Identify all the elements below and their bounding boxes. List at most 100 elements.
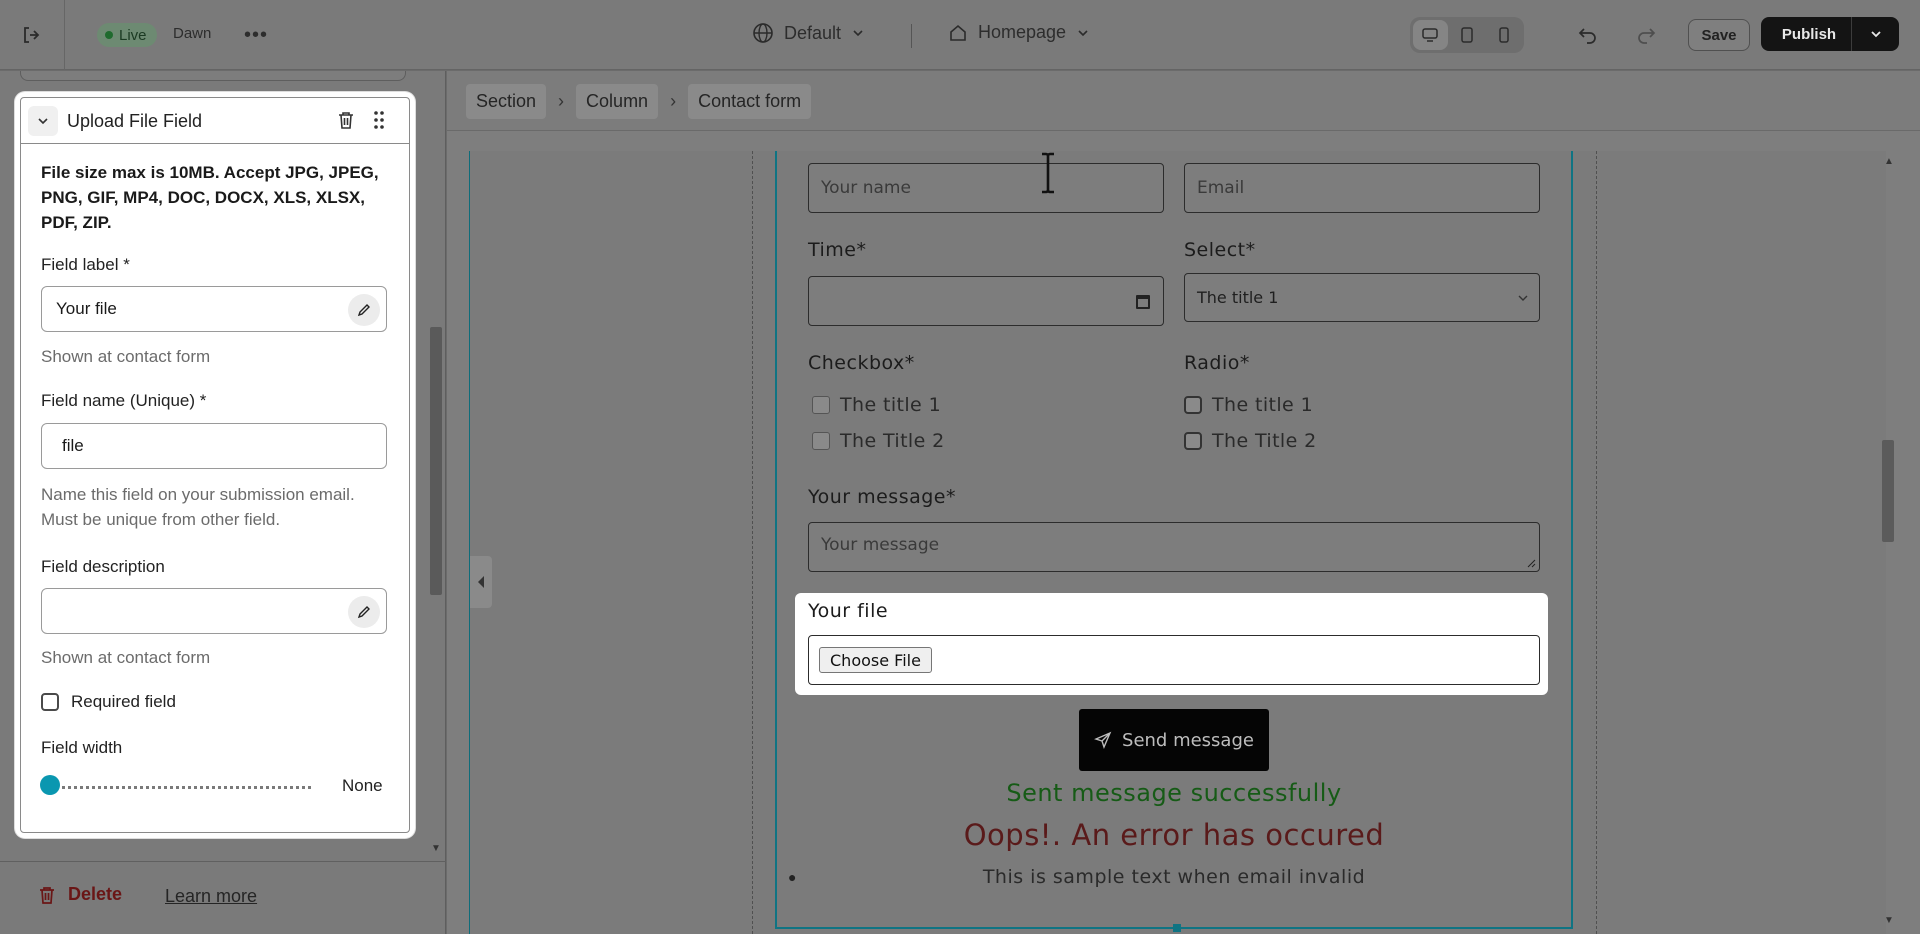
- radio-option-label: The Title 2: [1212, 430, 1317, 452]
- preview-scrollbar[interactable]: [1882, 440, 1894, 542]
- collapse-button[interactable]: [28, 106, 58, 136]
- checkbox-icon[interactable]: [812, 432, 830, 450]
- field-label-help: Shown at contact form: [41, 347, 211, 366]
- page-selector[interactable]: Homepage: [948, 22, 1090, 43]
- mobile-icon: [1498, 27, 1509, 43]
- pencil-icon[interactable]: [348, 294, 380, 326]
- message-label: Your message*: [808, 486, 956, 508]
- column-guide-left: [752, 151, 753, 934]
- exit-icon[interactable]: [16, 20, 46, 50]
- radio-icon[interactable]: [1184, 396, 1202, 414]
- radio-label: Radio*: [1184, 352, 1250, 374]
- required-field-checkbox[interactable]: Required field: [41, 692, 176, 712]
- page-label: Homepage: [978, 22, 1067, 42]
- globe-icon: [753, 23, 773, 43]
- field-description-help: Shown at contact form: [41, 648, 211, 667]
- live-dot-icon: [105, 31, 113, 39]
- desktop-icon: [1422, 28, 1439, 42]
- field-width-slider[interactable]: [49, 786, 311, 789]
- panel-body: File size max is 10MB. Accept JPG, JPEG,…: [41, 160, 387, 235]
- field-description-title: Field description: [41, 557, 165, 576]
- scroll-down-arrow-icon[interactable]: ▼: [431, 843, 441, 854]
- radio-option-1[interactable]: The title 1: [1184, 394, 1313, 416]
- column-guide-right: [1596, 151, 1597, 934]
- theme-name: Dawn: [173, 25, 212, 42]
- name-input[interactable]: Your name: [808, 163, 1164, 213]
- tablet-icon: [1461, 27, 1473, 43]
- pencil-icon[interactable]: [348, 596, 380, 628]
- top-bar: Live Dawn ••• Default Homepage Save Publ…: [0, 0, 1920, 70]
- resize-grip-icon[interactable]: [1527, 559, 1536, 568]
- checkbox-label: Checkbox*: [808, 352, 915, 374]
- breadcrumb-section[interactable]: Section: [466, 84, 547, 119]
- field-name-help: Name this field on your submission email…: [41, 485, 355, 529]
- checkbox-icon[interactable]: [41, 693, 59, 711]
- send-message-button[interactable]: Send message: [1079, 709, 1269, 771]
- checkbox-option-2[interactable]: The Title 2: [812, 430, 945, 452]
- tablet-view-button[interactable]: [1450, 20, 1485, 50]
- publish-options-button[interactable]: [1851, 17, 1899, 51]
- delete-label: Delete: [68, 884, 123, 904]
- locale-label: Default: [784, 22, 842, 43]
- mobile-view-button[interactable]: [1486, 20, 1521, 50]
- drag-handle-icon[interactable]: [373, 110, 385, 135]
- select-label: Select*: [1184, 239, 1256, 261]
- viewport-switcher: [1410, 17, 1524, 53]
- resize-handle[interactable]: [1173, 924, 1181, 932]
- checkbox-option-1[interactable]: The title 1: [812, 394, 941, 416]
- calendar-icon[interactable]: [1135, 292, 1151, 310]
- success-message: Sent message successfully: [1006, 779, 1342, 807]
- home-icon: [950, 24, 966, 41]
- checkbox-icon[interactable]: [812, 396, 830, 414]
- more-actions-button[interactable]: •••: [242, 22, 270, 48]
- divider: [911, 24, 912, 48]
- publish-button[interactable]: Publish: [1761, 17, 1899, 51]
- upload-file-field-preview[interactable]: Your file Choose File: [795, 593, 1548, 695]
- slider-knob[interactable]: [40, 775, 60, 795]
- email-input[interactable]: Email: [1184, 163, 1540, 213]
- status-badge: Live: [97, 23, 157, 47]
- chevron-down-icon: [853, 30, 863, 37]
- scroll-down-arrow-icon[interactable]: ▼: [1884, 915, 1894, 926]
- radio-option-2[interactable]: The Title 2: [1184, 430, 1317, 452]
- redo-button[interactable]: [1630, 20, 1662, 50]
- field-description-input[interactable]: [41, 588, 387, 634]
- redo-icon: [1638, 28, 1656, 44]
- learn-more-link[interactable]: Learn more: [165, 886, 257, 907]
- collapse-sidebar-button[interactable]: [470, 556, 492, 608]
- save-button[interactable]: Save: [1688, 19, 1750, 51]
- radio-icon[interactable]: [1184, 432, 1202, 450]
- choose-file-button[interactable]: Choose File: [819, 647, 932, 673]
- breadcrumb-contact-form[interactable]: Contact form: [688, 84, 812, 119]
- upload-file-field-panel: Upload File Field File size max is 10MB.…: [15, 92, 415, 838]
- breadcrumb-bar: Section › Column › Contact form: [447, 71, 1920, 131]
- field-name-value: file: [62, 436, 84, 455]
- chevron-right-icon: ›: [670, 91, 677, 111]
- checkbox-option-label: The title 1: [840, 394, 942, 416]
- field-width-title: Field width: [41, 738, 123, 757]
- field-label-input[interactable]: Your file: [41, 286, 387, 332]
- message-textarea[interactable]: Your message: [808, 522, 1540, 572]
- delete-button[interactable]: Delete: [38, 884, 122, 905]
- breadcrumb-column[interactable]: Column: [576, 84, 659, 119]
- field-label-value: Your file: [56, 299, 117, 318]
- field-name-input[interactable]: file: [41, 423, 387, 469]
- undo-icon: [1578, 28, 1596, 44]
- invalid-email-text: This is sample text when email invalid: [982, 866, 1366, 888]
- desktop-view-button[interactable]: [1413, 20, 1448, 50]
- locale-selector[interactable]: Default: [752, 22, 865, 44]
- undo-button[interactable]: [1572, 20, 1604, 50]
- checkbox-option-label: The Title 2: [840, 430, 945, 452]
- chevron-down-icon: [1518, 295, 1528, 301]
- publish-label: Publish: [1781, 25, 1837, 43]
- scroll-up-arrow-icon[interactable]: ▲: [1884, 156, 1894, 167]
- chevron-down-icon: [38, 118, 48, 125]
- time-label: Time*: [808, 239, 867, 261]
- time-input[interactable]: [808, 276, 1164, 326]
- trash-icon[interactable]: [337, 110, 355, 135]
- sidebar-scrollbar[interactable]: [430, 327, 442, 595]
- select-dropdown[interactable]: The title 1: [1184, 273, 1540, 322]
- file-input[interactable]: Choose File: [808, 635, 1540, 685]
- field-width-value: None: [342, 776, 383, 795]
- previous-block-stub: [20, 71, 406, 81]
